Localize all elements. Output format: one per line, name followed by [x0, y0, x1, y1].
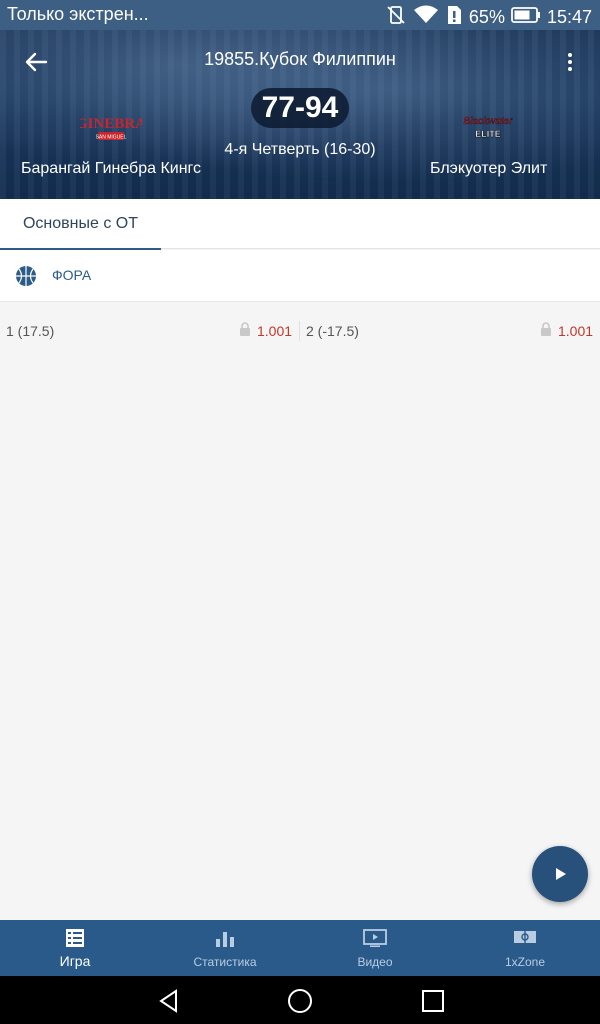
tab-main-with-ot[interactable]: Основные с ОТ [0, 199, 161, 250]
market-group-header[interactable]: ФОРА [0, 250, 600, 302]
play-broadcast-button[interactable] [532, 846, 588, 902]
system-recents-icon[interactable] [420, 988, 446, 1014]
lock-icon [240, 322, 250, 336]
svg-text:SAN MIGUEL: SAN MIGUEL [96, 135, 127, 141]
wifi-icon [413, 4, 439, 31]
video-icon [363, 929, 387, 947]
away-team-logo: Blackwater ELITE [458, 112, 518, 142]
notification-text: Только экстрен... [7, 4, 149, 24]
odds-value: 1.001 [257, 323, 293, 339]
match-header: 19855.Кубок Филиппин GINEBRA SAN MIGUEL … [0, 30, 600, 199]
nav-video[interactable]: Видео [300, 920, 450, 976]
market-tabs: Основные с ОТ [0, 199, 600, 250]
system-home-icon[interactable] [287, 988, 313, 1014]
home-team-logo: GINEBRA SAN MIGUEL [76, 112, 146, 144]
status-bar: Только экстрен... 65% 15:47 [0, 0, 600, 30]
nav-label: 1xZone [504, 955, 546, 969]
odds-cell-home[interactable]: 1 (17.5) 1.001 [0, 303, 299, 357]
svg-text:ELITE: ELITE [475, 129, 501, 139]
bar-chart-icon [216, 932, 234, 947]
play-icon [556, 868, 566, 880]
match-score: 77-94 [251, 88, 349, 128]
battery-icon [511, 6, 541, 29]
match-period: 4-я Четверть (16-30) [224, 141, 376, 158]
system-navigation-bar [0, 976, 600, 1024]
svg-text:Blackwater: Blackwater [464, 116, 514, 127]
market-group-title: ФОРА [52, 267, 92, 283]
nav-label: Игра [59, 953, 91, 969]
tab-label: Основные с ОТ [22, 215, 139, 232]
system-back-icon[interactable] [156, 988, 182, 1014]
more-vert-icon [568, 53, 572, 57]
odds-cell-away[interactable]: 2 (-17.5) 1.001 [300, 303, 600, 357]
game-list-icon [66, 929, 84, 947]
bottom-navigation: Игра Статистика Видео 1xZone [0, 920, 600, 976]
tournament-title: 19855.Кубок Филиппин [204, 49, 396, 69]
status-icons: 65% 15:47 [385, 4, 592, 31]
no-vibrate-icon [385, 4, 407, 31]
odds-value: 1.001 [558, 323, 594, 339]
nav-1xzone[interactable]: 1xZone [450, 920, 600, 976]
basketball-icon [16, 266, 36, 286]
odds-row: 1 (17.5) 1.001 2 (-17.5) 1.001 [0, 303, 600, 357]
lock-icon [541, 322, 551, 336]
nav-label: Статистика [193, 955, 257, 969]
field-icon [514, 931, 536, 943]
clock: 15:47 [546, 7, 592, 27]
away-team-name: Блэкуотер Элит [430, 160, 548, 177]
odds-name: 1 (17.5) [6, 323, 55, 339]
battery-percent: 65% [468, 7, 505, 27]
odds-name: 2 (-17.5) [306, 323, 359, 339]
sim-alert-icon [445, 4, 463, 31]
nav-statistics[interactable]: Статистика [150, 920, 300, 976]
svg-text:GINEBRA: GINEBRA [80, 116, 142, 132]
more-options-button[interactable] [562, 48, 578, 76]
nav-label: Видео [357, 955, 393, 969]
home-team-name: Барангай Гинебра Кингс [21, 160, 202, 177]
nav-game[interactable]: Игра [0, 920, 150, 976]
